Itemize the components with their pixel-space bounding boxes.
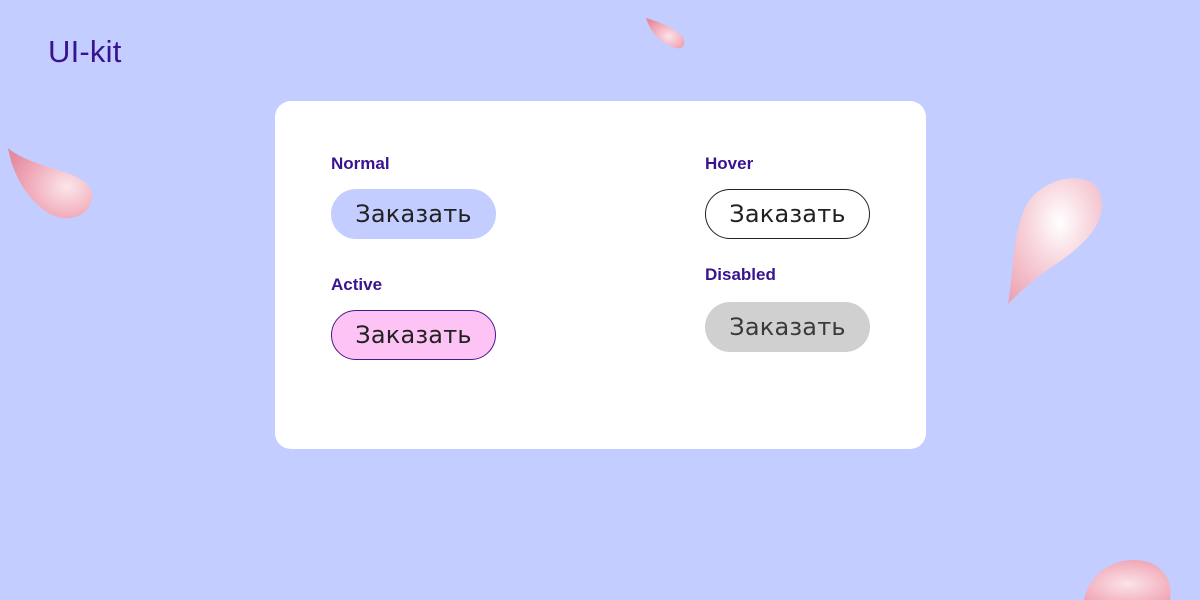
page-title: UI-kit [48, 34, 122, 69]
order-button-disabled: Заказать [705, 302, 870, 352]
state-active: Active Заказать [331, 275, 496, 360]
state-label-normal: Normal [331, 154, 390, 173]
state-label-active: Active [331, 275, 383, 294]
order-button-normal[interactable]: Заказать [331, 189, 496, 239]
petal-icon [8, 148, 93, 219]
state-label-disabled: Disabled [705, 265, 776, 284]
order-button-active[interactable]: Заказать [331, 310, 496, 360]
ui-kit-card: Normal Заказать Hover Заказать Active За… [275, 101, 926, 449]
state-hover: Hover Заказать [705, 154, 870, 239]
order-button-hover[interactable]: Заказать [705, 189, 870, 239]
state-label-hover: Hover [705, 154, 754, 173]
petal-icon [1008, 178, 1102, 304]
petal-icon [646, 18, 685, 49]
state-normal: Normal Заказать [331, 154, 496, 239]
state-disabled: Disabled Заказать [705, 265, 870, 352]
petal-icon [1084, 560, 1171, 600]
